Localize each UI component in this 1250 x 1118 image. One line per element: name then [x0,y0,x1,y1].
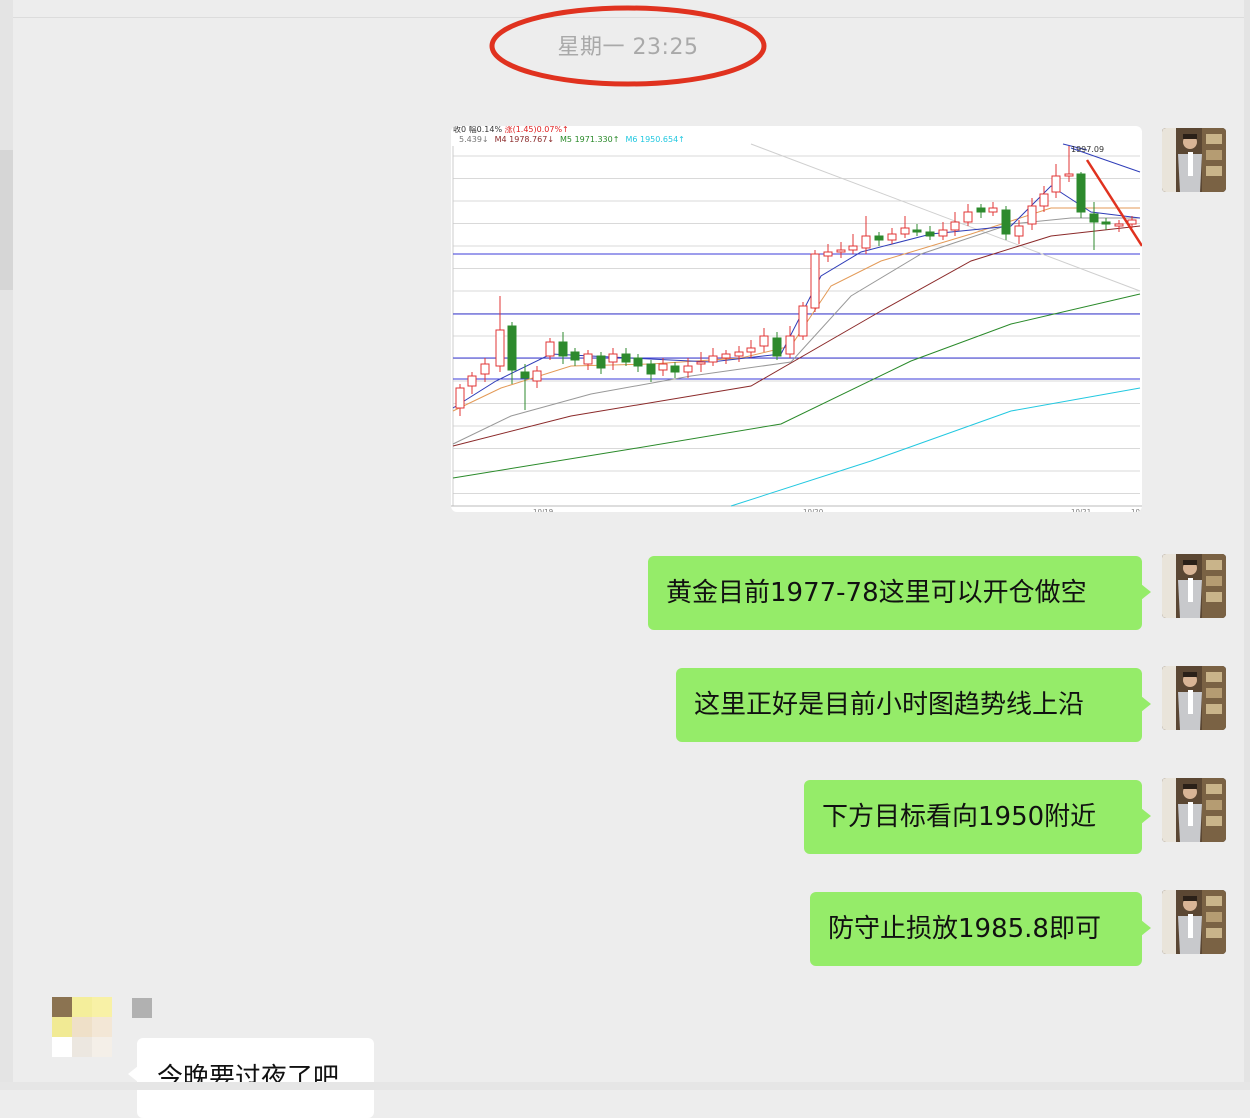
chart-header-line2: 5.439↓ M4 1978.767↓ M5 1971.330↑ M6 1950.65… [459,135,685,144]
candle-body [570,351,580,361]
candle-body [633,357,643,367]
person-photo-icon [1162,128,1226,192]
blurred-avatar-icon [52,997,112,1057]
candle-body [1001,209,1011,235]
candle-body [988,207,998,213]
message-bubble[interactable]: 防守止损放1985.8即可 [810,892,1151,966]
candle-body [708,355,718,363]
candle-body [861,235,871,249]
candle-body [950,221,960,231]
chart-header-item: 5.439↓ [459,135,489,144]
candle-body [520,371,530,379]
candle-body [558,341,568,357]
candle-body [900,227,910,235]
chart-header-item: 收0 幅0.14% [453,126,505,134]
chart-date-label: 10/20 [803,508,823,512]
candle-body [696,361,706,365]
left-scroll-thumb[interactable] [0,150,13,290]
candle-body [848,245,858,251]
right-scroll-strip[interactable] [1244,0,1250,1090]
candle-body [746,347,756,353]
candle-body [721,353,731,359]
candle-body [596,355,606,369]
ma-line-blue [452,185,1141,409]
person-photo-icon [1162,666,1226,730]
candle-body [912,229,922,233]
sender-avatar[interactable] [1162,128,1226,192]
candle-body [1064,173,1074,177]
chart-header-item: M4 1978.767↓ [495,135,554,144]
candle-body [759,335,769,347]
ma-line-m6 [730,387,1141,507]
candle-body [798,305,808,337]
candle-body [467,375,477,387]
gold-price-chart: 收0 幅0.14% 涨(1.45)0.07%↑5.439↓ M4 1978.767… [451,126,1142,512]
left-scroll-strip [0,0,13,1090]
candle-body [532,370,542,382]
candle-body [823,251,833,257]
chart-date-label: 10/21 [1071,508,1091,512]
contact-avatar[interactable] [52,997,112,1057]
person-photo-icon [1162,890,1226,954]
candle-body [976,207,986,213]
candle-body [646,363,656,375]
candle-body [583,353,593,365]
chat-timestamp: 星期一 23:25 [557,35,699,60]
candle-body [963,211,973,223]
candle-body [670,365,680,373]
message-bubble[interactable]: 这里正好是目前小时图趋势线上沿 [676,668,1151,742]
sender-avatar[interactable] [1162,666,1226,730]
message-bubble[interactable]: 下方目标看向1950附近 [804,780,1151,854]
chart-date-label: 10/ [1131,508,1142,512]
candle-body [887,233,897,241]
candlestick-chart-image[interactable]: 收0 幅0.14% 涨(1.45)0.07%↑ 5.439↓ M4 1978.767… [451,126,1142,512]
contact-name-redacted [132,998,152,1018]
ma-line-m5 [452,293,1141,479]
chart-peak-label: 1997.09 [1071,145,1104,154]
candle-body [658,363,668,371]
chart-header-item: 涨(1.45)0.07%↑ [505,126,569,134]
sender-avatar[interactable] [1162,890,1226,954]
chart-header-item: M6 1950.654↑ [625,135,684,144]
candle-body [455,387,465,409]
candle-body [1014,225,1024,237]
candle-body [772,337,782,357]
candle-body [874,235,884,241]
person-photo-icon [1162,554,1226,618]
candle-body [810,253,820,309]
candle-body [621,353,631,363]
candle-body [1039,193,1049,207]
chart-date-label: 10/19 [533,508,553,512]
candle-body [683,365,693,373]
incoming-message-bubble[interactable]: 今晚要过夜了吧 [128,1038,374,1118]
candle-body [836,249,846,253]
candle-body [1027,205,1037,225]
input-area-edge [0,1082,1250,1090]
candle-body [1076,173,1086,213]
candle-body [1101,221,1111,225]
candle-body [495,329,505,367]
candle-body [734,351,744,357]
candle-body [507,325,517,371]
candle-body [545,341,555,357]
candle-body [785,335,795,355]
candle-body [925,231,935,237]
candle-body [1127,219,1137,225]
red-trend-arrow [1085,159,1142,247]
candle-body [608,353,618,363]
candle-body [1051,175,1061,193]
chart-header-item: M5 1971.330↑ [560,135,619,144]
message-bubble[interactable]: 黄金目前1977-78这里可以开仓做空 [648,556,1151,630]
candle-body [1114,223,1124,227]
sender-avatar[interactable] [1162,554,1226,618]
candle-body [1089,213,1099,223]
candle-body [938,229,948,237]
person-photo-icon [1162,778,1226,842]
chart-header-line1: 收0 幅0.14% 涨(1.45)0.07%↑ [453,126,569,134]
candle-body [480,363,490,375]
sender-avatar[interactable] [1162,778,1226,842]
